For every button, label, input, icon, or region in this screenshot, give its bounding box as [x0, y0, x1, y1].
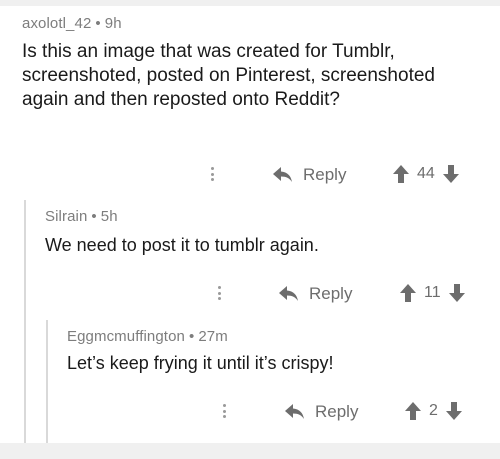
- more-options-button[interactable]: [211, 167, 215, 181]
- more-vertical-icon: [223, 404, 227, 418]
- reply-button[interactable]: Reply: [279, 284, 352, 304]
- meta-separator: •: [95, 15, 101, 32]
- downvote-arrow-icon[interactable]: [448, 284, 465, 302]
- comment-text: We need to post it to tumblr again.: [45, 235, 319, 255]
- timestamp: 5h: [100, 208, 118, 225]
- upvote-arrow-icon[interactable]: [400, 284, 416, 302]
- upvote-arrow-icon[interactable]: [393, 165, 409, 183]
- comment-3: Eggmcmuffington • 27m Let’s keep frying it…: [0, 320, 500, 443]
- comment-text: Let’s keep frying it until it’s crispy!: [67, 353, 334, 373]
- score: 44: [417, 165, 435, 182]
- reply-label: Reply: [315, 402, 359, 421]
- reply-arrow-icon: [273, 167, 292, 182]
- username[interactable]: Eggmcmuffington: [67, 328, 185, 345]
- username[interactable]: Silrain: [45, 208, 87, 225]
- reply-arrow-icon: [285, 404, 304, 419]
- upvote-arrow-icon[interactable]: [405, 402, 421, 420]
- vote-controls: 11: [400, 284, 465, 302]
- timestamp: 27m: [198, 328, 228, 345]
- reply-arrow-icon: [279, 286, 298, 301]
- comment-thread: axolotl_42 • 9h Is this an image that was …: [0, 0, 500, 459]
- comment-meta: axolotl_42 • 9h: [22, 15, 122, 32]
- more-vertical-icon: [218, 286, 222, 300]
- timestamp: 9h: [104, 15, 122, 32]
- reply-button[interactable]: Reply: [273, 165, 346, 185]
- comment-1: axolotl_42 • 9h Is this an image that was …: [0, 0, 500, 200]
- meta-separator: •: [188, 328, 195, 345]
- vote-controls: 44: [393, 165, 459, 183]
- reply-button[interactable]: Reply: [285, 402, 358, 422]
- downvote-arrow-icon[interactable]: [442, 165, 459, 183]
- comment-meta: Eggmcmuffington • 27m: [67, 328, 228, 345]
- score: 2: [429, 402, 438, 419]
- reply-label: Reply: [303, 165, 347, 184]
- score: 11: [424, 284, 441, 301]
- vote-controls: 2: [405, 402, 462, 420]
- username[interactable]: axolotl_42: [22, 15, 91, 32]
- comment-2: Silrain • 5h We need to post it to tumblr …: [0, 200, 500, 320]
- meta-separator: •: [91, 208, 97, 225]
- reply-label: Reply: [309, 284, 353, 303]
- downvote-arrow-icon[interactable]: [445, 402, 462, 420]
- more-vertical-icon: [211, 167, 215, 181]
- comment-text: Is this an image that was created for Tu…: [22, 41, 435, 110]
- more-options-button[interactable]: [223, 404, 227, 418]
- more-options-button[interactable]: [218, 286, 222, 300]
- comment-meta: Silrain • 5h: [45, 208, 118, 225]
